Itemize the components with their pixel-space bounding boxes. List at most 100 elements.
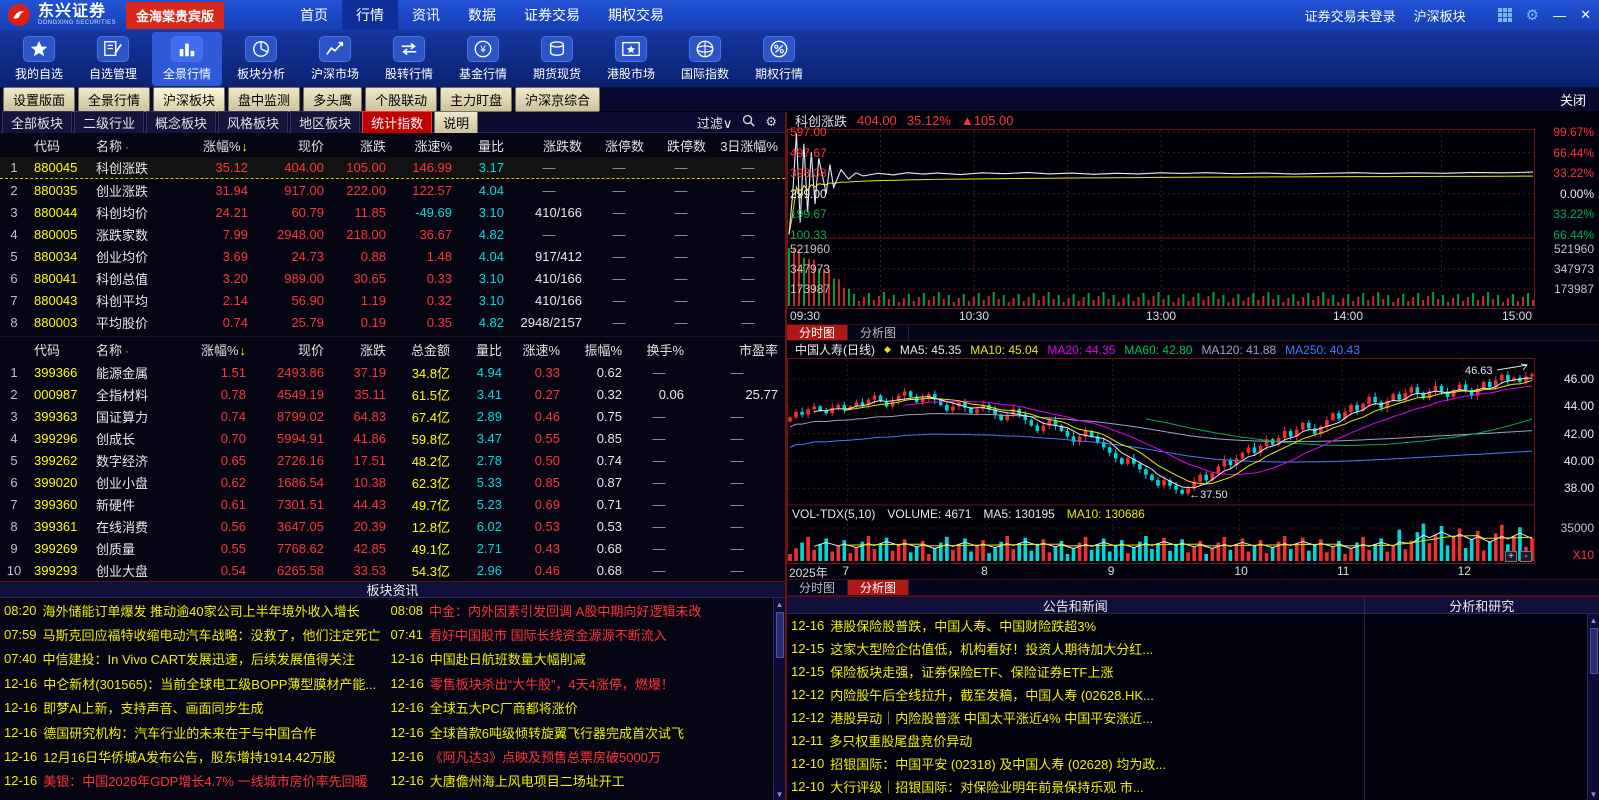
sub-tab[interactable]: 风格板块: [218, 111, 288, 134]
column-header[interactable]: 涨停数: [588, 136, 650, 155]
main-tab[interactable]: 沪深京综合: [515, 87, 600, 112]
table-row[interactable]: 4880005涨跌家数7.992948.00218.0036.674.82———…: [0, 223, 785, 245]
column-header[interactable]: 现价: [254, 136, 330, 155]
column-header[interactable]: 现价: [252, 340, 330, 359]
main-tab[interactable]: 盘中监测: [228, 87, 300, 112]
table-row[interactable]: 10399293创业大盘0.546265.5833.5354.3亿2.960.4…: [0, 559, 785, 581]
menu-item[interactable]: 资讯: [398, 0, 454, 30]
news-item[interactable]: 12-16港股保险股普跌，中国人寿、中国财险跌超3%: [787, 614, 1364, 637]
toolbar-item[interactable]: 期权行情: [744, 32, 814, 86]
table-row[interactable]: 9399269创质量0.557768.6242.8549.1亿2.710.430…: [0, 537, 785, 559]
announcements-news-title[interactable]: 公告和新闻: [787, 597, 1364, 613]
scroll-up-icon[interactable]: ▲: [1590, 614, 1598, 626]
zoom-in-button[interactable]: +: [1505, 551, 1517, 562]
column-header[interactable]: 量比: [456, 340, 508, 359]
table-row[interactable]: 6399020创业小盘0.621686.5410.3862.3亿5.330.85…: [0, 471, 785, 493]
toolbar-item[interactable]: ¥基金行情: [448, 32, 518, 86]
news-item[interactable]: 12-1612月16日华侨城A发布公告，股东增持1914.42万股: [0, 744, 387, 768]
table-row[interactable]: 4399296创成长0.705994.9141.8659.8亿3.470.550…: [0, 427, 785, 449]
column-header[interactable]: 换手%: [628, 340, 690, 359]
column-header[interactable]: 涨速%: [392, 136, 458, 155]
table-row[interactable]: 1399366能源金属1.512493.8637.1934.8亿4.940.33…: [0, 361, 785, 383]
table-row[interactable]: 5399262数字经济0.652726.1617.5148.2亿2.780.50…: [0, 449, 785, 471]
table-row[interactable]: 7880043科创平均2.1456.901.190.323.10410/166—…: [0, 289, 785, 311]
news-item[interactable]: 07:41看好中国股市 国际长线资金源源不断流入: [387, 622, 774, 646]
table-row[interactable]: 6880041科创总值3.20989.0030.650.333.10410/16…: [0, 267, 785, 289]
news-item[interactable]: 12-16中仑新材(301565)：当前全球电工级BOPP薄型膜材产能...: [0, 671, 387, 695]
table-row[interactable]: 8399361在线消费0.563647.0520.3912.8亿6.020.53…: [0, 515, 785, 537]
main-tab[interactable]: 设置版面: [3, 87, 75, 112]
chart-tab[interactable]: 分析图: [848, 580, 909, 595]
news-item[interactable]: 12-16全球五大PC厂商都将涨价: [387, 696, 774, 720]
sub-tab[interactable]: 二级行业: [74, 111, 144, 134]
grid-menu-icon[interactable]: [1498, 8, 1512, 22]
sub-tab[interactable]: 说明: [434, 111, 478, 134]
column-header[interactable]: 涨速%: [508, 340, 566, 359]
main-tab[interactable]: 多头鹰: [303, 87, 362, 112]
column-header[interactable]: 涨跌: [330, 340, 392, 359]
news-item[interactable]: 07:40中信建投：In Vivo CART发展迅速，后续发展值得关注: [0, 647, 387, 671]
column-header[interactable]: 量比: [458, 136, 510, 155]
table-row[interactable]: 2880035创业涨跌31.94917.00222.00122.574.04——…: [0, 179, 785, 201]
settings-gear-icon[interactable]: ⚙: [1526, 6, 1539, 24]
column-header[interactable]: 名称 ·: [90, 136, 182, 155]
sub-tab[interactable]: 统计指数: [362, 111, 432, 134]
table-row[interactable]: 3399363国证算力0.748799.0264.8367.4亿2.890.46…: [0, 405, 785, 427]
news-item[interactable]: 12-16德国研究机构：汽车行业的未来在于与中国合作: [0, 720, 387, 744]
sub-tab[interactable]: 地区板块: [290, 111, 360, 134]
gear-icon[interactable]: ⚙: [765, 114, 777, 130]
toolbar-item[interactable]: 沪深市场: [300, 32, 370, 86]
daily-plot[interactable]: ←37.5046.63 VOL-TDX(5,10)VOLUME: 4671MA5…: [787, 358, 1535, 564]
column-header[interactable]: 名称 ·: [90, 340, 186, 359]
news-item[interactable]: 12-12内险股午后全线拉升，截至发稿，中国人寿 (02628.HK...: [787, 683, 1364, 706]
menu-item[interactable]: 行情: [342, 0, 398, 30]
toolbar-item[interactable]: 全景行情: [152, 32, 222, 86]
scroll-thumb[interactable]: [1590, 628, 1598, 674]
news-item[interactable]: 12-16大唐儋州海上风电项目二场址开工: [387, 769, 774, 793]
news-item[interactable]: 12-10招银国际：中国平安 (02318) 及中国人寿 (02628) 均为政…: [787, 752, 1364, 775]
news-item[interactable]: 12-11多只权重股尾盘竞价异动: [787, 729, 1364, 752]
menu-item[interactable]: 证券交易: [510, 0, 594, 30]
menu-item[interactable]: 首页: [286, 0, 342, 30]
menu-item[interactable]: 期权交易: [594, 0, 678, 30]
chart-tab[interactable]: 分时图: [787, 580, 848, 595]
column-header[interactable]: 代码: [28, 340, 90, 359]
chart-tab[interactable]: 分析图: [848, 325, 909, 340]
minimize-button[interactable]: —: [1553, 8, 1566, 23]
trade-login-status[interactable]: 证券交易未登录: [1305, 6, 1396, 25]
toolbar-item[interactable]: 我的自选: [4, 32, 74, 86]
column-header[interactable]: 跌停数: [650, 136, 712, 155]
news-item[interactable]: 12-16即梦AI上新，支持声音、画面同步生成: [0, 696, 387, 720]
table-row[interactable]: 1880045科创涨跌35.12404.00105.00146.993.17——…: [0, 157, 785, 179]
toolbar-item[interactable]: 期货现货: [522, 32, 592, 86]
main-tab[interactable]: 全景行情: [78, 87, 150, 112]
zoom-out-button[interactable]: -: [1520, 551, 1532, 562]
news-item[interactable]: 12-16全球首款6吨级倾转旋翼飞行器完成首次试飞: [387, 720, 774, 744]
news-item[interactable]: 12-16美银：中国2026年GDP增长4.7% 一线城市房价率先回暖: [0, 769, 387, 793]
news-item[interactable]: 08:08中金：内外因素引发回调 A股中期向好逻辑未改: [387, 598, 774, 622]
column-header[interactable]: 代码: [28, 136, 90, 155]
main-tab[interactable]: 个股联动: [365, 87, 437, 112]
scroll-down-icon[interactable]: ▼: [1590, 788, 1598, 800]
board-selector[interactable]: 沪深板块: [1414, 6, 1466, 25]
close-button[interactable]: ✕: [1580, 7, 1591, 23]
news-item[interactable]: 12-15保险板块走强，证券保险ETF、保险证券ETF上涨: [787, 660, 1364, 683]
table-row[interactable]: 3880044科创均价24.2160.7911.85-49.693.10410/…: [0, 201, 785, 223]
column-header[interactable]: 市盈率: [690, 340, 784, 359]
news-item[interactable]: 12-16中国赴日航班数量大幅削减: [387, 647, 774, 671]
column-header[interactable]: 涨跌: [330, 136, 392, 155]
scrollbar[interactable]: ▲ ▼: [1587, 614, 1599, 800]
sub-tab[interactable]: 全部板块: [2, 111, 72, 134]
filter-dropdown[interactable]: 过滤∨: [697, 113, 733, 132]
news-item[interactable]: 07:59马斯克回应福特收缩电动汽车战略：没救了，他们注定死亡: [0, 622, 387, 646]
daily-title[interactable]: 中国人寿(日线): [795, 341, 875, 358]
table-row[interactable]: 2000987全指材料0.784549.1935.1161.5亿3.410.27…: [0, 383, 785, 405]
toolbar-item[interactable]: 自选管理: [78, 32, 148, 86]
main-tab[interactable]: 沪深板块: [153, 87, 225, 112]
sub-tab[interactable]: 概念板块: [146, 111, 216, 134]
menu-item[interactable]: 数据: [454, 0, 510, 30]
analysis-research-title[interactable]: 分析和研究: [1364, 597, 1599, 613]
intraday-plot[interactable]: 597.00497.67398.33299.00199.67100.335219…: [787, 129, 1535, 309]
chart-tab[interactable]: 分时图: [787, 325, 848, 340]
column-header[interactable]: 总金额: [392, 340, 456, 359]
